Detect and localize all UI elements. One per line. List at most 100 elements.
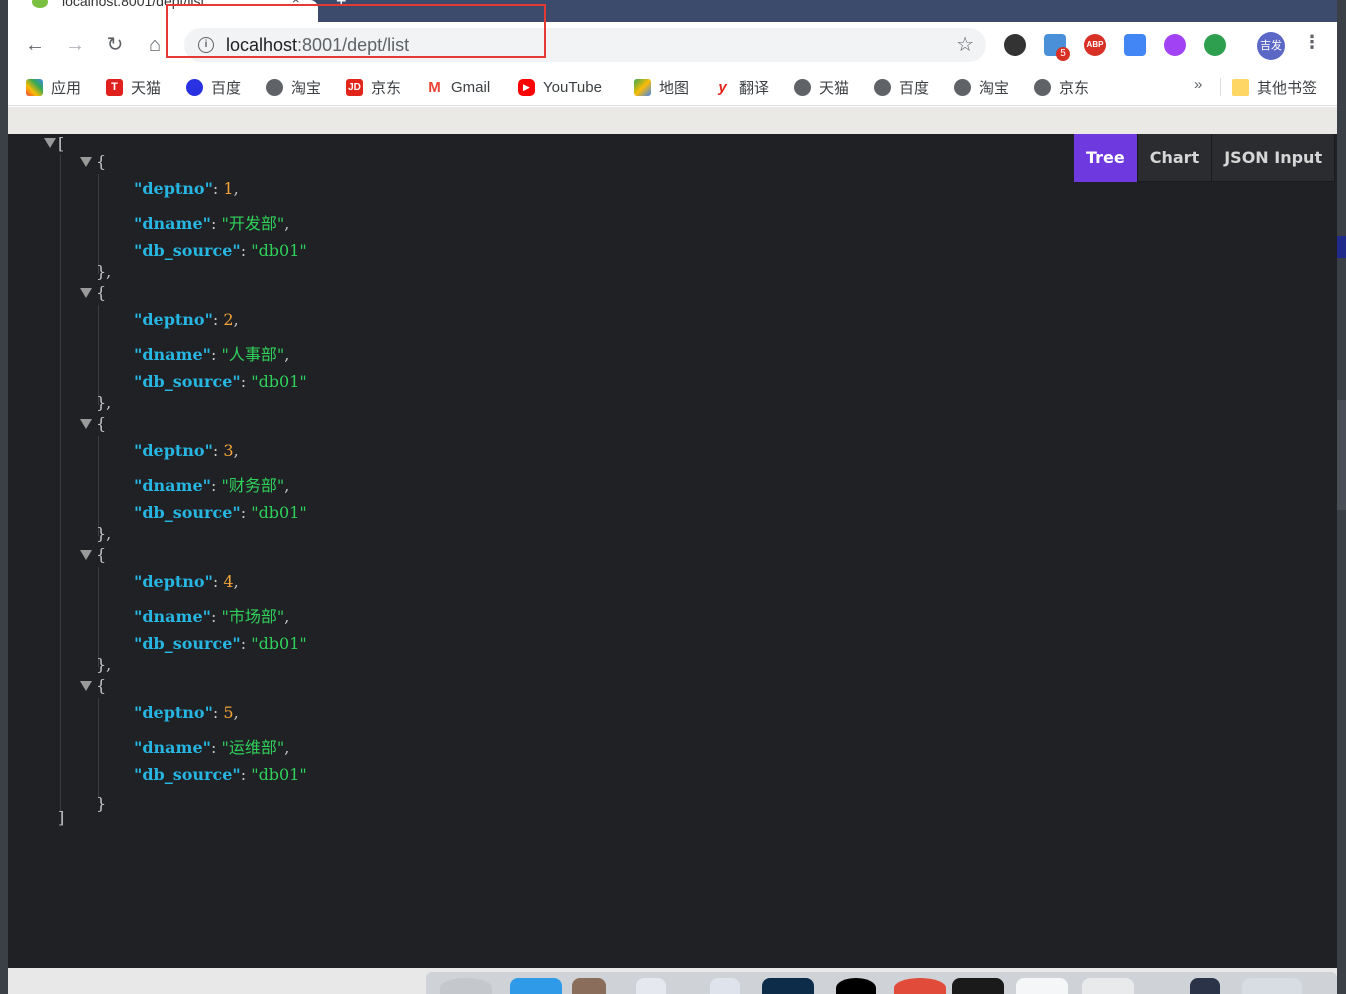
json-row: "db_source": "db01" — [134, 765, 307, 784]
profile-avatar[interactable]: 吉发 — [1257, 32, 1285, 60]
json-colon: : — [210, 345, 222, 364]
bookmark-other[interactable]: 其他书签 — [1232, 77, 1317, 97]
dock-app-icon[interactable] — [510, 978, 562, 994]
bookmark-baidu[interactable]: 百度 — [186, 77, 241, 97]
json-value: "运维部" — [221, 738, 285, 757]
json-value: 3 — [223, 441, 234, 460]
home-button[interactable]: ⌂ — [142, 32, 168, 58]
background-app-edge-left — [0, 0, 8, 994]
collapse-toggle-icon[interactable] — [44, 138, 56, 148]
bookmark-maps[interactable]: 地图 — [634, 77, 689, 97]
dock-app-icon[interactable] — [952, 978, 1004, 994]
json-colon: : — [212, 703, 224, 722]
bookmark-youtube[interactable]: ▶ YouTube — [518, 77, 602, 97]
more-bookmarks-icon[interactable]: » — [1194, 76, 1202, 93]
json-row: "dname": "开发部", — [134, 210, 289, 234]
dock-app-icon[interactable] — [710, 978, 740, 994]
bookmarks-divider — [1220, 78, 1221, 96]
address-bar[interactable]: i localhost:8001/dept/list ☆ — [184, 28, 986, 62]
bookmark-jd[interactable]: JD 京东 — [346, 77, 401, 97]
json-value: "db01" — [251, 241, 307, 260]
json-colon: : — [212, 179, 224, 198]
site-info-icon[interactable]: i — [198, 37, 214, 53]
globe-icon — [794, 78, 811, 96]
bookmark-label: 应用 — [51, 79, 82, 97]
bookmark-jd-2[interactable]: 京东 — [1034, 77, 1089, 97]
collapse-toggle-icon[interactable] — [80, 157, 92, 167]
tab-tree[interactable]: Tree — [1074, 134, 1138, 182]
json-value: "db01" — [251, 503, 307, 522]
globe-icon — [954, 78, 971, 96]
forward-button[interactable]: → — [62, 32, 88, 58]
json-viewer: [{"deptno": 1, "dname": "开发部", "db_source"… — [8, 134, 1337, 968]
json-colon: : — [210, 607, 222, 626]
tab-json-input[interactable]: JSON Input — [1212, 134, 1336, 182]
bookmark-taobao-2[interactable]: 淘宝 — [954, 77, 1009, 97]
dock-app-icon[interactable] — [894, 978, 946, 994]
chrome-menu-icon[interactable]: ⋮ — [1303, 32, 1321, 53]
bookmark-label: 天猫 — [131, 79, 162, 97]
jd-icon: JD — [346, 78, 363, 96]
json-colon: : — [240, 765, 252, 784]
json-value: "市场部" — [221, 607, 285, 626]
collapse-toggle-icon[interactable] — [80, 550, 92, 560]
json-row: "dname": "人事部", — [134, 341, 289, 365]
json-value: "开发部" — [221, 214, 285, 233]
bookmark-star-icon[interactable]: ☆ — [956, 32, 974, 57]
new-tab-button[interactable]: + — [336, 0, 347, 12]
json-comma: , — [284, 476, 290, 495]
json-colon: : — [210, 476, 222, 495]
globe-extension-icon[interactable] — [1204, 34, 1226, 56]
google-translate-icon[interactable] — [1124, 34, 1146, 56]
url-text[interactable]: localhost:8001/dept/list — [226, 35, 409, 56]
json-row: "dname": "市场部", — [134, 603, 289, 627]
json-key: "dname" — [134, 607, 211, 626]
indent-guide — [98, 698, 99, 798]
bookmark-baidu-2[interactable]: 百度 — [874, 77, 929, 97]
object-open: { — [96, 676, 107, 695]
collapse-toggle-icon[interactable] — [80, 681, 92, 691]
bookmark-label: YouTube — [543, 78, 602, 96]
background-app-scroll — [1337, 400, 1346, 510]
dock-app-icon[interactable] — [762, 978, 814, 994]
dock-app-icon[interactable] — [1190, 978, 1220, 994]
dock-app-icon[interactable] — [1242, 978, 1302, 994]
bookmark-apps[interactable]: 应用 — [26, 77, 81, 97]
json-row: "db_source": "db01" — [134, 241, 307, 260]
indent-guide — [98, 174, 99, 274]
purple-extension-icon[interactable] — [1164, 34, 1186, 56]
gmail-icon: M — [426, 78, 443, 96]
array-open: [ — [58, 134, 65, 153]
baidu-icon — [186, 78, 203, 96]
json-colon: : — [240, 241, 252, 260]
dock-app-icon[interactable] — [572, 978, 606, 994]
dock-app-icon[interactable] — [1016, 978, 1068, 994]
dock-app-icon[interactable] — [1082, 978, 1134, 994]
bookmark-taobao[interactable]: 淘宝 — [266, 77, 321, 97]
tab-chart[interactable]: Chart — [1138, 134, 1213, 182]
collapse-toggle-icon[interactable] — [80, 419, 92, 429]
bookmark-tmall-2[interactable]: 天猫 — [794, 77, 849, 97]
bookmark-gmail[interactable]: M Gmail — [426, 77, 490, 97]
json-key: "dname" — [134, 214, 211, 233]
browser-tab[interactable]: localhost:8001/dept/list × — [8, 0, 318, 22]
bookmark-translate[interactable]: y 翻译 — [714, 77, 769, 97]
object-close: }, — [96, 393, 112, 412]
bookmark-tmall[interactable]: T 天猫 — [106, 77, 161, 97]
collapse-toggle-icon[interactable] — [80, 288, 92, 298]
back-button[interactable]: ← — [22, 32, 48, 58]
bookmark-label: 天猫 — [819, 79, 850, 97]
incognito-extension-icon[interactable] — [1004, 34, 1026, 56]
object-open: { — [96, 283, 107, 302]
close-tab-icon[interactable]: × — [292, 0, 300, 7]
indent-guide — [98, 305, 99, 405]
globe-icon — [1034, 78, 1051, 96]
dock-app-icon[interactable] — [440, 978, 492, 994]
json-row: "db_source": "db01" — [134, 634, 307, 653]
adblock-plus-icon[interactable]: ABP — [1084, 34, 1106, 56]
dock-app-icon[interactable] — [636, 978, 666, 994]
url-path: :8001/dept/list — [297, 35, 410, 55]
reload-button[interactable]: ↻ — [102, 32, 128, 58]
dock — [426, 972, 1337, 994]
dock-app-icon[interactable] — [836, 978, 876, 994]
